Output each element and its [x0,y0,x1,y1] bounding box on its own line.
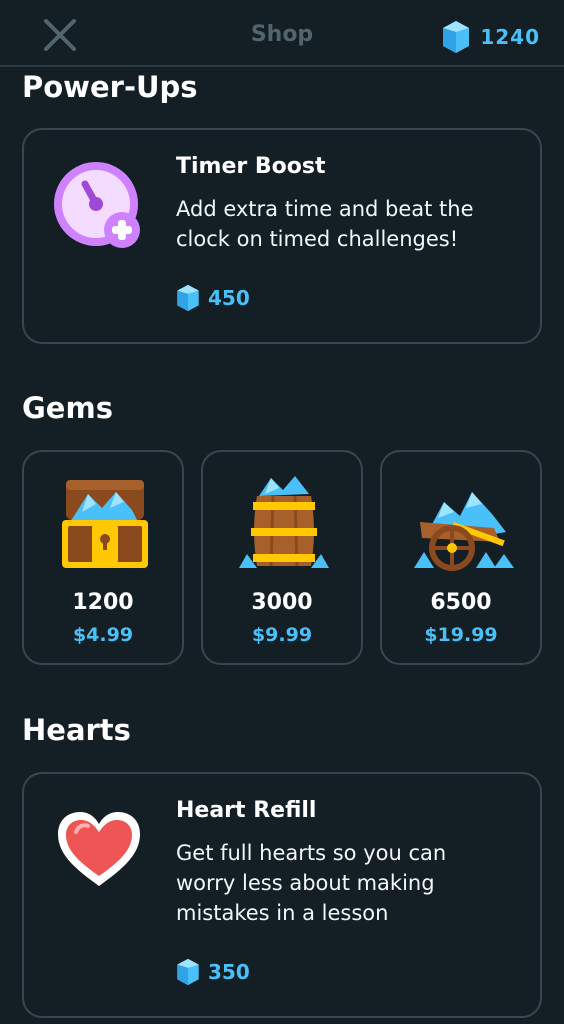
gem-pack-price: $9.99 [251,624,313,646]
gem-balance[interactable]: 1240 [442,20,540,54]
gem-pack-amount: 1200 [72,590,134,615]
wagon-icon [414,492,514,571]
top-bar: Shop 1240 [0,0,564,67]
timer-boost-name: Timer Boost [176,154,326,179]
timer-boost-price-value: 450 [208,286,250,310]
treasure-chest-icon [62,480,148,568]
gem-pack-amount: 3000 [251,590,313,615]
timer-boost-card[interactable]: Timer Boost Add extra time and beat the … [22,128,542,344]
timer-boost-description: Add extra time and beat the clock on tim… [176,197,474,251]
barrel-icon [239,476,329,568]
gem-icon [443,21,470,53]
gem-pack-price: $4.99 [72,624,134,646]
gem-pack-3000[interactable]: 3000 $9.99 [201,450,363,665]
gem-pack-price: $19.99 [424,624,498,646]
timer-boost-icon [54,162,140,248]
heart-refill-description: Get full hearts so you can worry less ab… [176,841,447,925]
heart-refill-price-value: 350 [208,960,250,984]
gem-balance-value: 1240 [480,25,540,49]
gem-icon [177,958,199,986]
heart-icon [58,812,140,886]
gem-icon [177,284,199,312]
heart-refill-price: 350 [176,958,250,986]
heart-refill-name: Heart Refill [176,798,317,823]
section-title-hearts: Hearts [22,713,131,747]
timer-boost-price: 450 [176,284,250,312]
section-title-gems: Gems [22,391,113,425]
section-title-powerups: Power-Ups [22,70,198,104]
gem-pack-amount: 6500 [430,590,492,615]
gem-pack-6500[interactable]: 6500 $19.99 [380,450,542,665]
heart-refill-card[interactable]: Heart Refill Get full hearts so you can … [22,772,542,1018]
gem-pack-1200[interactable]: 1200 $4.99 [22,450,184,665]
